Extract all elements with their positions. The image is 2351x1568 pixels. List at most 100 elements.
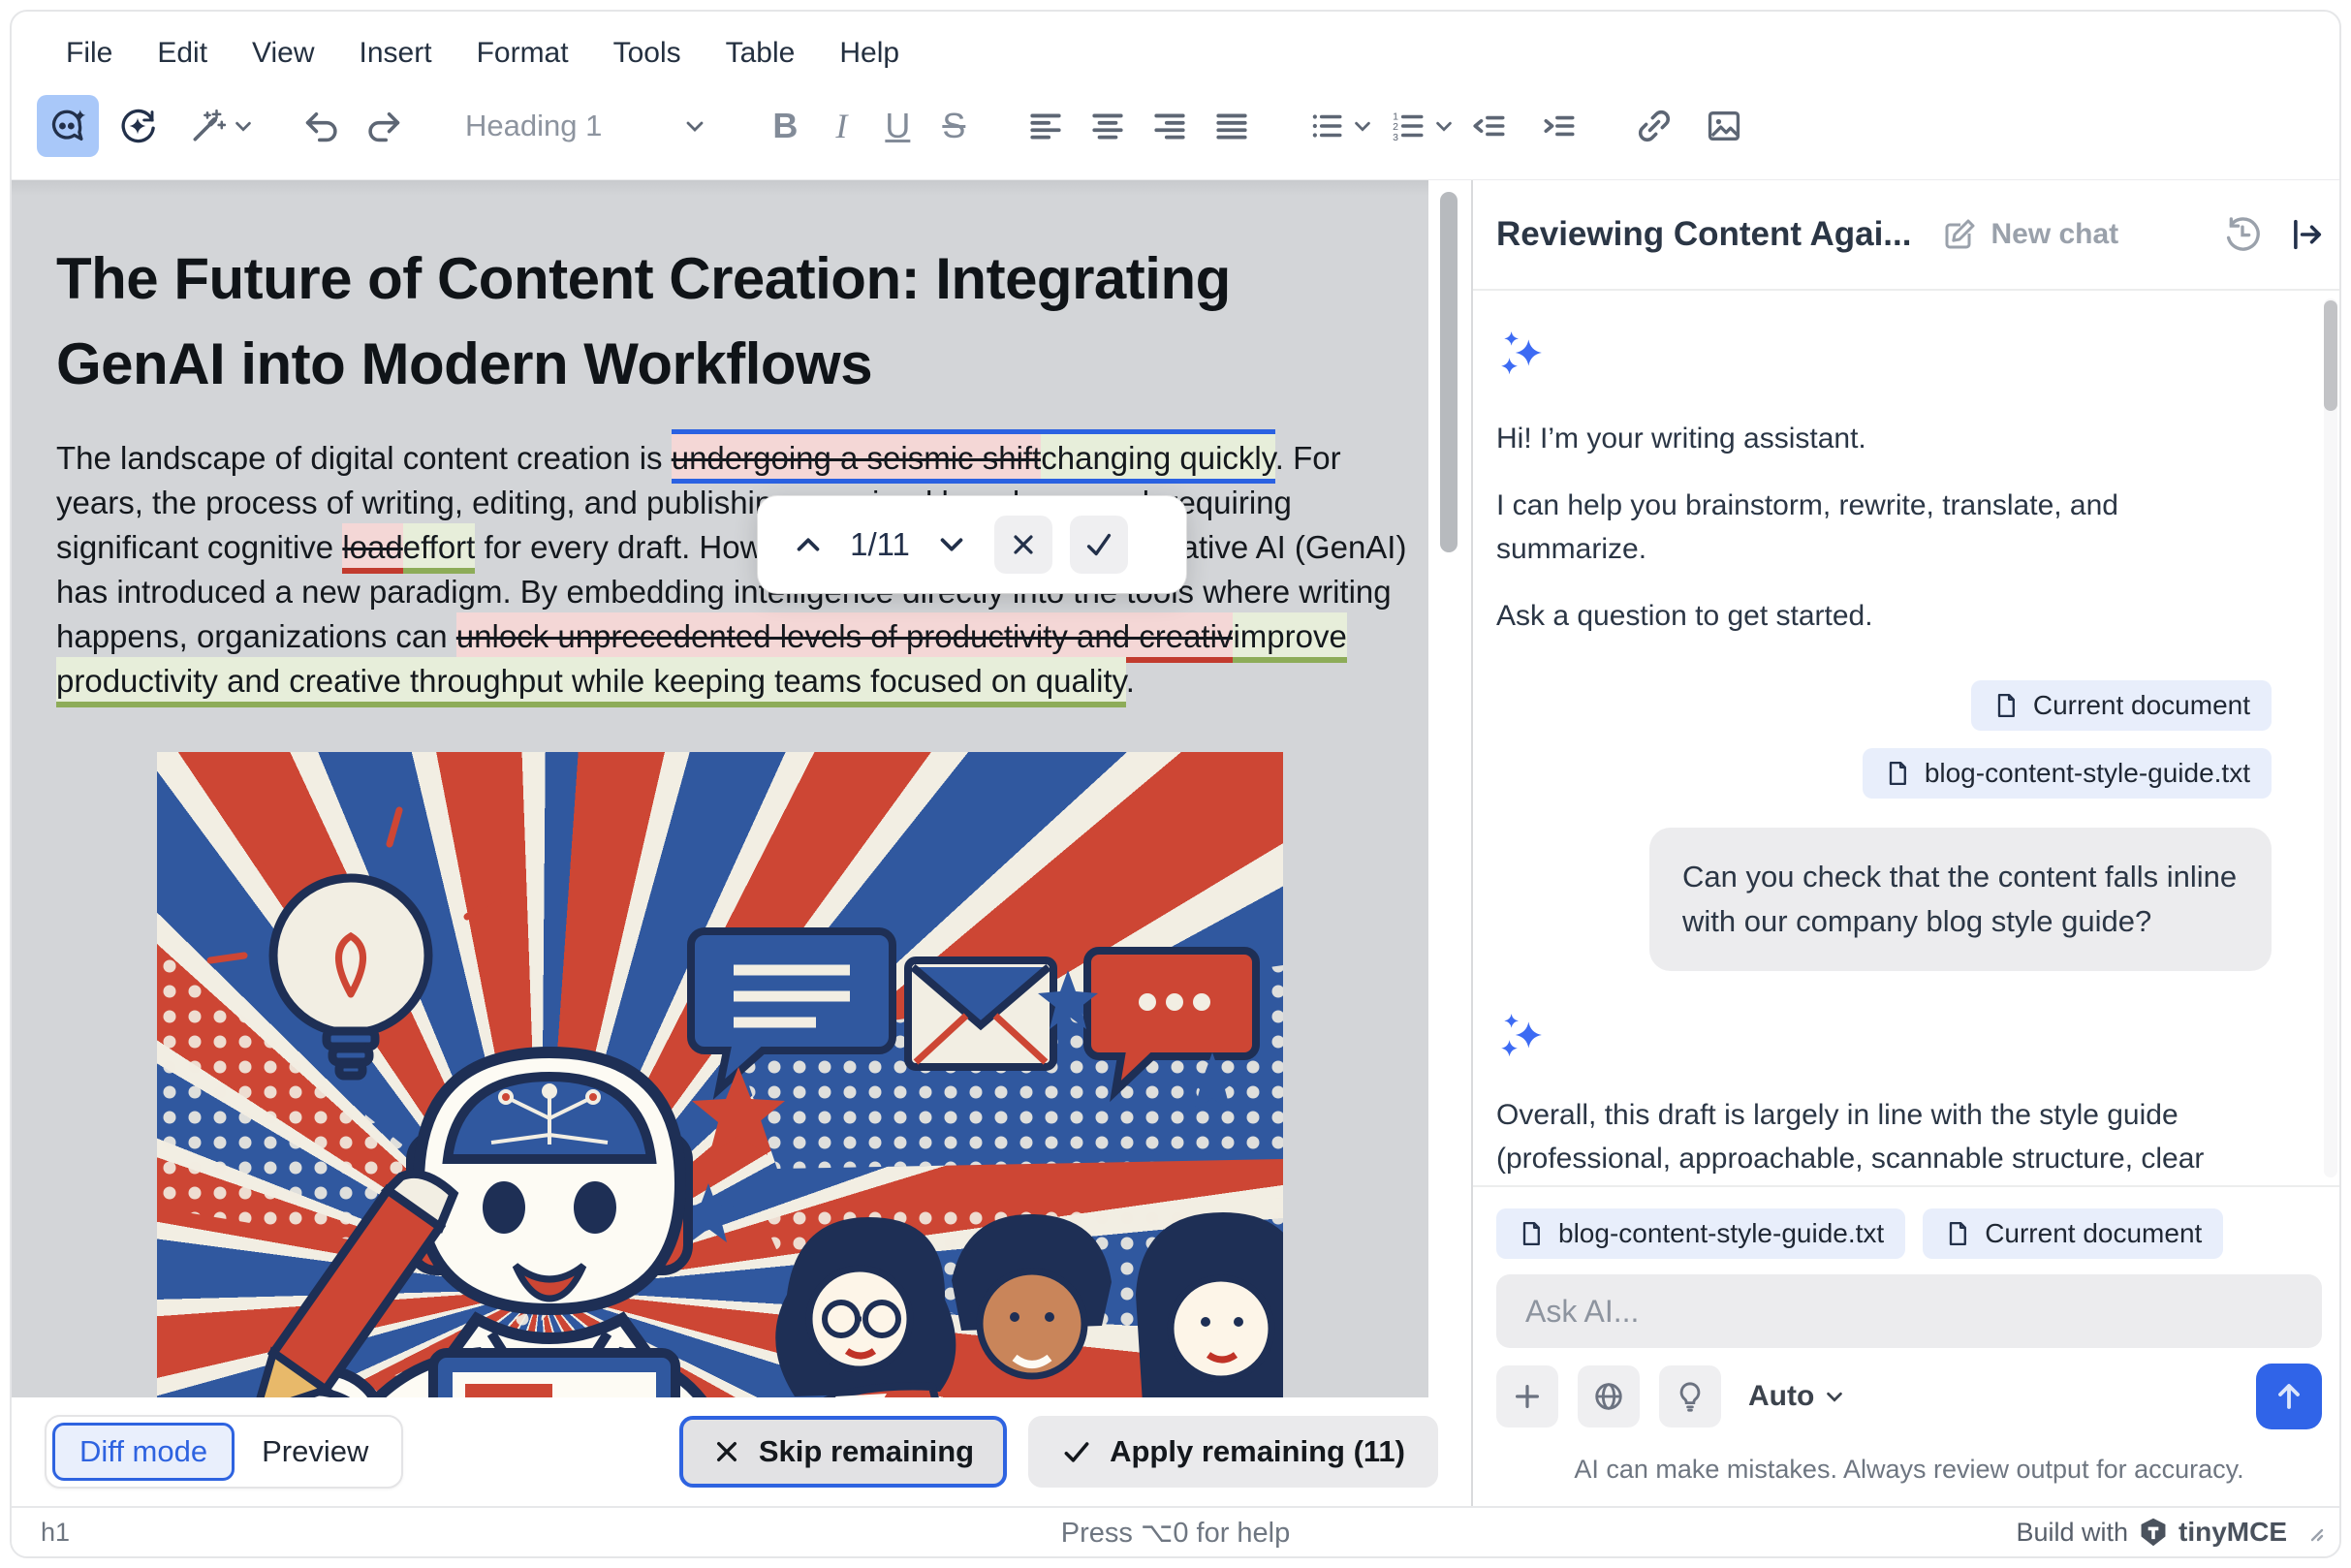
next-diff-button[interactable] bbox=[926, 519, 977, 570]
assistant-intro-2: I can help you brainstorm, rewrite, tran… bbox=[1496, 484, 2272, 571]
composer-chip-style-guide[interactable]: blog-content-style-guide.txt bbox=[1496, 1208, 1905, 1259]
ask-ai-input[interactable] bbox=[1496, 1274, 2322, 1348]
context-chip-current-document[interactable]: Current document bbox=[1971, 680, 2272, 731]
chat-title: Reviewing Content Agai... bbox=[1496, 215, 1911, 254]
editor-scrollbar-track[interactable] bbox=[1428, 180, 1471, 1397]
numbered-list-chevron[interactable] bbox=[1429, 95, 1458, 157]
chat-scrollbar-track[interactable] bbox=[2324, 298, 2337, 1177]
diff-insertion[interactable]: effort bbox=[403, 523, 476, 574]
resize-handle[interactable] bbox=[2303, 1521, 2326, 1544]
diff-deletion[interactable]: unlock unprecedented levels of productiv… bbox=[456, 612, 1234, 663]
menu-insert[interactable]: Insert bbox=[360, 37, 432, 70]
editor-canvas[interactable]: The Future of Content Creation: Integrat… bbox=[12, 180, 1428, 1397]
heading-dropdown[interactable]: Heading 1 bbox=[448, 95, 724, 157]
document-paragraph[interactable]: The landscape of digital content creatio… bbox=[56, 436, 1428, 704]
suggestions-button[interactable] bbox=[1659, 1365, 1721, 1427]
ai-chat-sidebar: Reviewing Content Agai... New chat bbox=[1471, 180, 2341, 1506]
menu-help[interactable]: Help bbox=[839, 37, 899, 70]
chat-composer: blog-content-style-guide.txt Current doc… bbox=[1473, 1185, 2341, 1506]
menu-format[interactable]: Format bbox=[477, 37, 569, 70]
editor-scrollbar-thumb[interactable] bbox=[1440, 192, 1458, 552]
preview-tab[interactable]: Preview bbox=[235, 1423, 395, 1481]
accept-diff-button[interactable] bbox=[1070, 516, 1128, 574]
magic-wand-dropdown-chevron[interactable] bbox=[229, 95, 258, 157]
assistant-intro-1: Hi! I’m your writing assistant. bbox=[1496, 417, 2272, 460]
brand-name: tinyMCE bbox=[2179, 1517, 2287, 1548]
bullet-list-chevron[interactable] bbox=[1348, 95, 1377, 157]
status-bar: h1 Press ⌥0 for help Build with tinyMCE bbox=[12, 1506, 2339, 1556]
link-button[interactable] bbox=[1623, 95, 1685, 157]
new-chat-label: New chat bbox=[1991, 218, 2118, 251]
align-center-button[interactable] bbox=[1077, 95, 1139, 157]
arrow-up-icon bbox=[2272, 1379, 2306, 1414]
chevron-down-icon bbox=[683, 114, 706, 138]
menu-table[interactable]: Table bbox=[726, 37, 796, 70]
chevron-down-icon bbox=[935, 528, 968, 561]
chat-history-button[interactable] bbox=[2223, 215, 2262, 254]
x-icon bbox=[1008, 529, 1039, 560]
chip-label: Current document bbox=[1985, 1218, 2202, 1249]
sidebar-header: Reviewing Content Agai... New chat bbox=[1473, 180, 2341, 291]
ai-shortcuts-button[interactable] bbox=[107, 95, 169, 157]
chat-scroll-area[interactable]: Hi! I’m your writing assistant. I can he… bbox=[1473, 291, 2341, 1185]
model-mode-dropdown[interactable]: Auto bbox=[1748, 1380, 1845, 1413]
menu-tools[interactable]: Tools bbox=[613, 37, 681, 70]
skip-remaining-label: Skip remaining bbox=[759, 1434, 974, 1469]
attach-button[interactable] bbox=[1496, 1365, 1558, 1427]
document-icon bbox=[1518, 1220, 1545, 1247]
comic-illustration bbox=[157, 752, 1283, 1397]
menu-view[interactable]: View bbox=[252, 37, 314, 70]
diff-action-bar: Diff mode Preview Skip remaining Apply r… bbox=[12, 1397, 1471, 1506]
indent-button[interactable] bbox=[1528, 95, 1590, 157]
redo-icon bbox=[364, 107, 403, 145]
undo-button[interactable] bbox=[291, 95, 353, 157]
context-chip-style-guide[interactable]: blog-content-style-guide.txt bbox=[1863, 748, 2272, 799]
brand-prefix: Build with bbox=[2016, 1518, 2128, 1548]
align-justify-button[interactable] bbox=[1201, 95, 1263, 157]
tinymce-branding[interactable]: Build with tinyMCE bbox=[2016, 1517, 2326, 1548]
diff-counter: 1/11 bbox=[843, 526, 917, 563]
menu-file[interactable]: File bbox=[66, 37, 112, 70]
diff-navigation-popup: 1/11 bbox=[758, 496, 1186, 593]
redo-button[interactable] bbox=[353, 95, 415, 157]
check-icon bbox=[1061, 1436, 1092, 1467]
diff-deletion[interactable]: load bbox=[342, 523, 402, 574]
skip-remaining-button[interactable]: Skip remaining bbox=[679, 1416, 1007, 1488]
apply-remaining-label: Apply remaining (11) bbox=[1110, 1434, 1405, 1469]
assistant-response: Overall, this draft is largely in line w… bbox=[1496, 1093, 2272, 1185]
ai-assistant-button[interactable] bbox=[37, 95, 99, 157]
diff-mode-tab[interactable]: Diff mode bbox=[52, 1423, 235, 1481]
bold-button[interactable]: B bbox=[757, 95, 813, 157]
align-right-button[interactable] bbox=[1139, 95, 1201, 157]
bullet-list-icon bbox=[1308, 108, 1345, 144]
align-justify-icon bbox=[1213, 108, 1250, 144]
apply-remaining-button[interactable]: Apply remaining (11) bbox=[1028, 1416, 1438, 1488]
document-icon bbox=[1944, 1220, 1971, 1247]
menu-edit[interactable]: Edit bbox=[157, 37, 207, 70]
align-left-button[interactable] bbox=[1015, 95, 1077, 157]
diff-deletion-selected[interactable]: undergoing a seismic shift bbox=[672, 429, 1042, 484]
italic-button[interactable]: I bbox=[813, 95, 869, 157]
document-image[interactable] bbox=[157, 752, 1283, 1397]
close-sidebar-button[interactable] bbox=[2287, 215, 2326, 254]
main-area: The Future of Content Creation: Integrat… bbox=[12, 180, 2339, 1506]
chat-scrollbar-thumb[interactable] bbox=[2324, 300, 2337, 411]
undo-icon bbox=[302, 107, 341, 145]
reject-diff-button[interactable] bbox=[994, 516, 1052, 574]
previous-diff-button[interactable] bbox=[783, 519, 833, 570]
user-message-bubble: Can you check that the content falls inl… bbox=[1649, 828, 2272, 971]
underline-button[interactable]: U bbox=[869, 95, 925, 157]
composer-chip-current-document[interactable]: Current document bbox=[1923, 1208, 2223, 1259]
document-icon bbox=[1992, 692, 2020, 719]
new-chat-button[interactable]: New chat bbox=[1942, 217, 2118, 252]
outdent-button[interactable] bbox=[1458, 95, 1520, 157]
heading-dropdown-label: Heading 1 bbox=[465, 109, 602, 143]
paragraph-text: The landscape of digital content creatio… bbox=[56, 440, 672, 476]
strikethrough-button[interactable]: S bbox=[925, 95, 982, 157]
image-button[interactable] bbox=[1693, 95, 1755, 157]
send-button[interactable] bbox=[2256, 1364, 2322, 1429]
tinymce-app: File Edit View Insert Format Tools Table… bbox=[10, 10, 2341, 1558]
web-search-button[interactable] bbox=[1578, 1365, 1640, 1427]
document-title[interactable]: The Future of Content Creation: Integrat… bbox=[56, 236, 1413, 407]
diff-insertion-selected[interactable]: changing quickly bbox=[1041, 429, 1275, 484]
